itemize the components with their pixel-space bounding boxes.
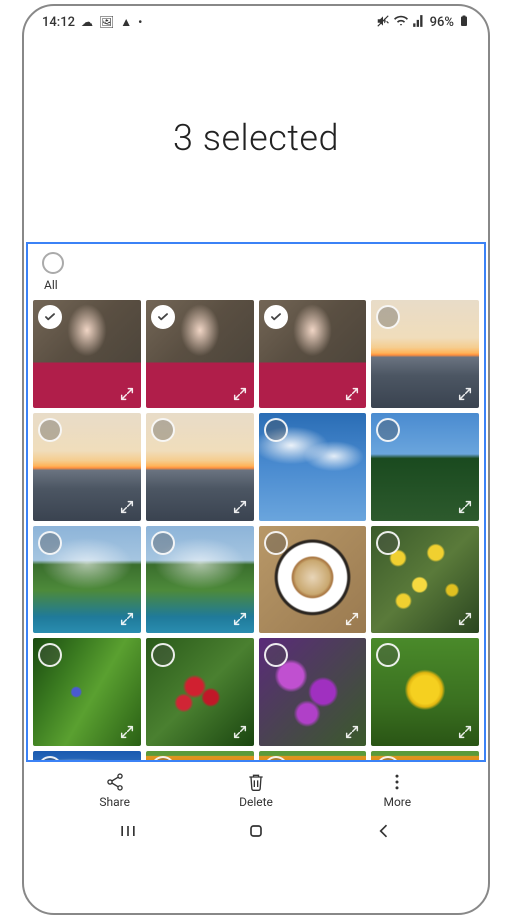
select-circle-icon[interactable] — [38, 418, 62, 442]
thumbnail[interactable] — [33, 526, 141, 634]
status-right: 96% — [376, 14, 470, 30]
thumbnail[interactable] — [371, 638, 479, 746]
selection-header: 3 selected — [24, 34, 488, 242]
thumbnail[interactable] — [259, 413, 367, 521]
expand-icon[interactable] — [119, 386, 135, 402]
battery-text: 96% — [430, 15, 454, 30]
phone-frame: 14:12 ☁ 🖼 ▲ • 96% 3 selected — [22, 4, 490, 915]
select-circle-icon[interactable] — [376, 643, 400, 667]
expand-icon[interactable] — [457, 386, 473, 402]
select-circle-icon[interactable] — [264, 643, 288, 667]
expand-icon[interactable] — [119, 611, 135, 627]
share-icon — [105, 772, 125, 792]
cloud-icon: ☁ — [81, 16, 93, 28]
select-all-label: All — [44, 278, 470, 292]
share-label: Share — [99, 795, 130, 809]
mute-icon — [376, 14, 390, 30]
system-nav-bar — [24, 813, 488, 861]
thumbnail[interactable] — [146, 526, 254, 634]
back-button[interactable] — [374, 821, 394, 845]
select-circle-icon[interactable] — [376, 305, 400, 329]
more-icon — [387, 772, 407, 792]
expand-icon[interactable] — [344, 386, 360, 402]
recents-button[interactable] — [118, 821, 138, 845]
thumbnail[interactable] — [259, 751, 367, 762]
expand-icon[interactable] — [457, 499, 473, 515]
select-all-checkbox[interactable] — [42, 252, 64, 274]
thumbnail[interactable] — [146, 751, 254, 762]
select-circle-icon[interactable] — [376, 418, 400, 442]
wifi-icon — [394, 14, 408, 30]
thumbnail[interactable] — [33, 300, 141, 408]
thumbnail[interactable] — [33, 413, 141, 521]
select-circle-icon[interactable] — [151, 643, 175, 667]
expand-icon[interactable] — [232, 611, 248, 627]
thumbnail[interactable] — [33, 638, 141, 746]
expand-icon[interactable] — [119, 724, 135, 740]
thumbnail[interactable] — [259, 526, 367, 634]
thumbnail[interactable] — [371, 751, 479, 762]
action-bar: Share Delete More — [24, 762, 488, 813]
expand-icon[interactable] — [344, 611, 360, 627]
image-icon: 🖼 — [99, 16, 114, 28]
more-button[interactable]: More — [362, 772, 432, 809]
thumbnail[interactable] — [33, 751, 141, 762]
share-button[interactable]: Share — [80, 772, 150, 809]
selected-check-icon[interactable] — [38, 305, 62, 329]
thumbnail[interactable] — [146, 300, 254, 408]
recents-icon — [118, 821, 138, 841]
select-circle-icon[interactable] — [151, 418, 175, 442]
select-circle-icon[interactable] — [38, 531, 62, 555]
select-circle-icon[interactable] — [264, 418, 288, 442]
expand-icon[interactable] — [457, 611, 473, 627]
thumbnail[interactable] — [259, 300, 367, 408]
clock: 14:12 — [42, 15, 75, 30]
status-bar: 14:12 ☁ 🖼 ▲ • 96% — [24, 6, 488, 34]
thumbnail[interactable] — [371, 526, 479, 634]
home-button[interactable] — [246, 821, 266, 845]
home-icon — [246, 821, 266, 841]
battery-icon — [458, 14, 470, 30]
expand-icon[interactable] — [232, 499, 248, 515]
status-left: 14:12 ☁ 🖼 ▲ • — [42, 15, 142, 30]
back-icon — [374, 821, 394, 841]
delete-label: Delete — [239, 795, 273, 809]
delete-button[interactable]: Delete — [221, 772, 291, 809]
thumbnail[interactable] — [371, 300, 479, 408]
expand-icon[interactable] — [457, 724, 473, 740]
thumbnail[interactable] — [259, 638, 367, 746]
trash-icon — [246, 772, 266, 792]
dot-icon: • — [138, 16, 142, 28]
select-circle-icon[interactable] — [38, 643, 62, 667]
select-circle-icon[interactable] — [264, 531, 288, 555]
expand-icon[interactable] — [232, 724, 248, 740]
thumbnail[interactable] — [371, 413, 479, 521]
expand-icon[interactable] — [232, 386, 248, 402]
expand-icon[interactable] — [344, 724, 360, 740]
cast-icon: ▲ — [120, 16, 132, 28]
select-all-row[interactable]: All — [28, 244, 484, 294]
gallery-grid-section: All — [26, 242, 486, 762]
expand-icon[interactable] — [119, 499, 135, 515]
thumbnail[interactable] — [146, 413, 254, 521]
selected-check-icon[interactable] — [264, 305, 288, 329]
more-label: More — [383, 795, 411, 809]
selection-count-title: 3 selected — [173, 117, 339, 159]
thumbnail-grid — [28, 294, 484, 762]
signal-icon — [412, 14, 426, 30]
thumbnail[interactable] — [146, 638, 254, 746]
selected-check-icon[interactable] — [151, 305, 175, 329]
select-circle-icon[interactable] — [151, 531, 175, 555]
select-circle-icon[interactable] — [376, 531, 400, 555]
